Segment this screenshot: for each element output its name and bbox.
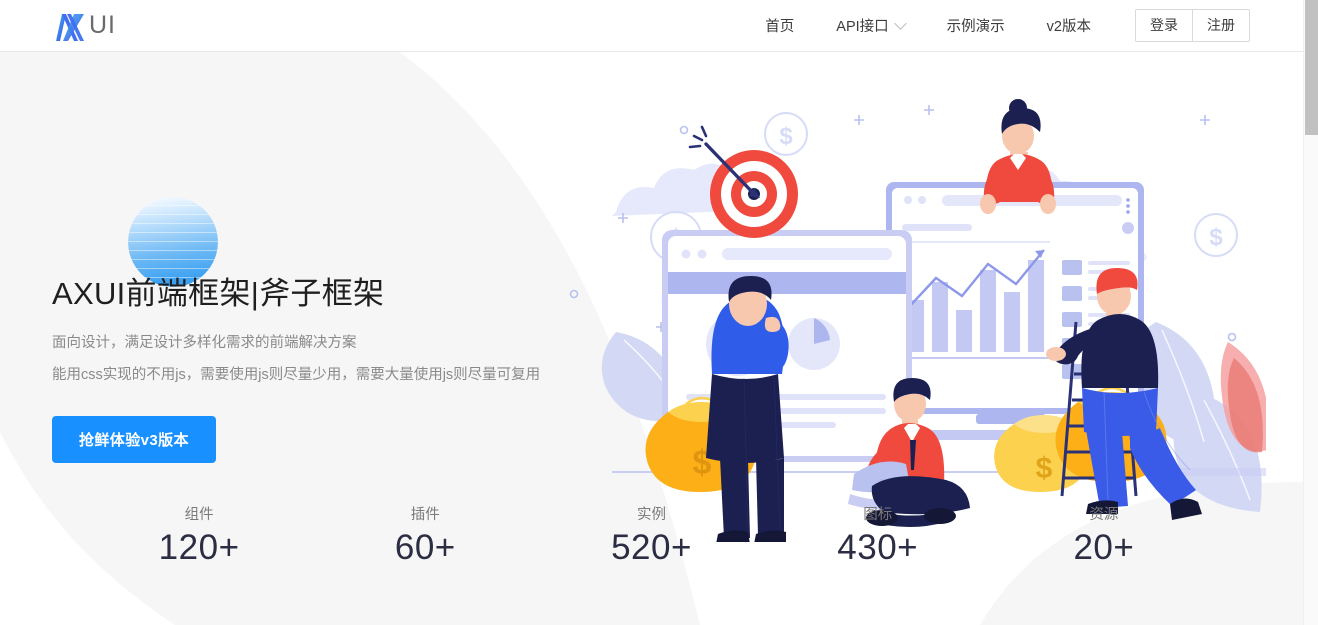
hero-subtitle-2: 能用css实现的不用js，需要使用js则尽量少用，需要大量使用js则尽量可复用 bbox=[52, 366, 541, 383]
stat-label: 插件 bbox=[410, 507, 440, 523]
svg-text:$: $ bbox=[1209, 224, 1223, 251]
hero-subtitle-1: 面向设计，满足设计多样化需求的前端解决方案 bbox=[52, 335, 357, 352]
page-root: UI 首页 API接口 示例演示 v2版本 登录 注册 AXUI前端框架|斧子框… bbox=[0, 0, 1318, 625]
nav-item-api[interactable]: API接口 bbox=[836, 15, 907, 36]
nav-item-label: v2版本 bbox=[1046, 19, 1091, 35]
stat-label: 实例 bbox=[637, 507, 666, 523]
svg-text:$: $ bbox=[1036, 452, 1053, 485]
stat-item-resources: 资源 20+ bbox=[991, 507, 1217, 570]
nav-item-demo[interactable]: 示例演示 bbox=[947, 15, 1005, 36]
main-nav: 首页 API接口 示例演示 v2版本 登录 注册 bbox=[765, 0, 1250, 52]
hero-copy: AXUI前端框架|斧子框架 面向设计，满足设计多样化需求的前端解决方案 能用cs… bbox=[52, 197, 612, 464]
logo[interactable]: UI bbox=[56, 0, 116, 52]
page-scrollbar[interactable] bbox=[1303, 0, 1318, 625]
stat-value: 60+ bbox=[394, 528, 456, 568]
site-header: UI 首页 API接口 示例演示 v2版本 登录 注册 bbox=[0, 0, 1303, 52]
login-button[interactable]: 登录 bbox=[1135, 8, 1192, 43]
stat-label: 图标 bbox=[863, 507, 893, 523]
logo-text: UI bbox=[89, 11, 116, 39]
stat-value: 20+ bbox=[1073, 528, 1135, 568]
try-v3-button[interactable]: 抢鲜体验v3版本 bbox=[52, 416, 216, 464]
scrollbar-thumb[interactable] bbox=[1305, 0, 1318, 135]
stat-label: 资源 bbox=[1089, 507, 1119, 523]
chevron-down-icon bbox=[893, 17, 907, 30]
stat-item-components: 组件 120+ bbox=[86, 507, 312, 570]
page-title: AXUI前端框架|斧子框架 bbox=[52, 276, 385, 311]
stat-item-examples: 实例 520+ bbox=[538, 507, 764, 570]
register-button[interactable]: 注册 bbox=[1192, 8, 1250, 43]
hero-section: AXUI前端框架|斧子框架 面向设计，满足设计多样化需求的前端解决方案 能用cs… bbox=[0, 52, 1303, 625]
stat-item-icons: 图标 430+ bbox=[765, 507, 991, 570]
nav-item-v2[interactable]: v2版本 bbox=[1047, 15, 1091, 36]
stat-label: 组件 bbox=[184, 507, 214, 523]
stats-row: 组件 120+ 插件 60+ 实例 520+ 图标 430+ 资源 20+ bbox=[0, 507, 1303, 570]
stat-value: 120+ bbox=[158, 528, 240, 568]
nav-item-label: 首页 bbox=[765, 19, 795, 35]
svg-text:$: $ bbox=[779, 123, 793, 150]
stat-value: 430+ bbox=[837, 528, 919, 568]
business-analytics-illustration: $ $ $ $ bbox=[556, 82, 1270, 544]
auth-button-group: 登录 注册 bbox=[1135, 8, 1250, 43]
stat-item-plugins: 插件 60+ bbox=[312, 507, 538, 570]
nav-item-label: 示例演示 bbox=[946, 19, 1005, 35]
nav-item-home[interactable]: 首页 bbox=[765, 15, 794, 36]
axui-logo-icon bbox=[56, 11, 84, 41]
stat-value: 520+ bbox=[611, 528, 692, 568]
nav-item-label: API接口 bbox=[836, 19, 889, 35]
